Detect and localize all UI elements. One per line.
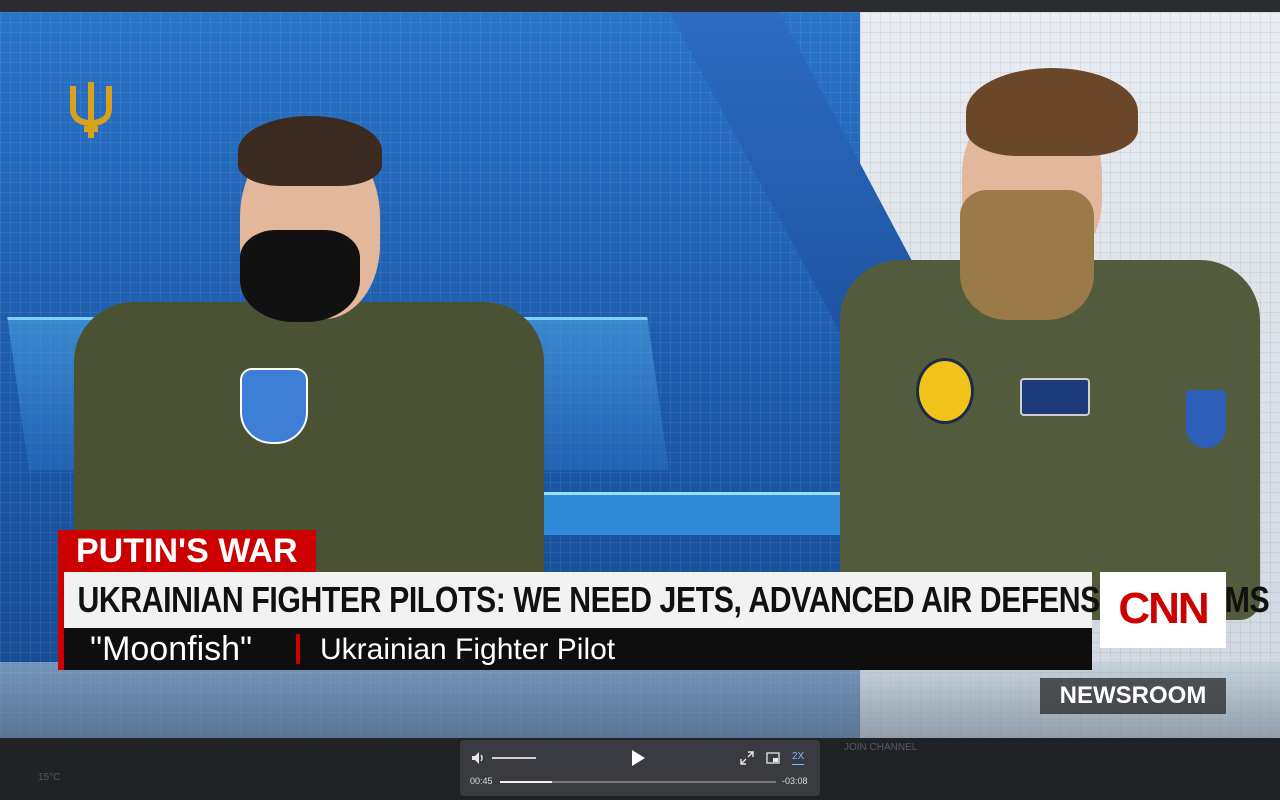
volume-icon[interactable] xyxy=(470,750,486,766)
chyron-headline: UKRAINIAN FIGHTER PILOTS: WE NEED JETS, … xyxy=(77,579,1270,620)
chyron-headline-bar: UKRAINIAN FIGHTER PILOTS: WE NEED JETS, … xyxy=(58,572,1270,628)
studio-led-strip xyxy=(540,492,860,535)
hair-right xyxy=(966,68,1138,156)
face-mask-black xyxy=(240,230,360,322)
round-patch-right xyxy=(916,358,974,424)
chyron-subbar: "Moonfish" Ukrainian Fighter Pilot xyxy=(58,628,1092,670)
play-icon[interactable] xyxy=(628,748,648,768)
volume-slider[interactable] xyxy=(492,757,536,759)
trident-logo-icon xyxy=(70,82,112,138)
progress-fill xyxy=(500,781,553,783)
picture-in-picture-icon[interactable] xyxy=(766,751,780,765)
window-top-bar xyxy=(0,0,1280,12)
speaker-name: "Moonfish" xyxy=(90,630,253,668)
current-time: 00:45 xyxy=(470,776,493,786)
neck-gaiter-tan xyxy=(960,190,1094,320)
name-tag-patch xyxy=(1020,378,1090,416)
playback-speed-button[interactable]: 2X xyxy=(792,750,805,765)
join-channel-text: JOIN CHANNEL xyxy=(844,742,918,753)
network-logo: CNN xyxy=(1100,572,1226,648)
network-logo-text: CNN xyxy=(1118,584,1209,633)
hair-left xyxy=(238,116,382,186)
sleeve-patch-right xyxy=(1186,390,1226,448)
speaker-role: Ukrainian Fighter Pilot xyxy=(320,633,616,666)
progress-bar[interactable] xyxy=(500,781,776,783)
expand-icon[interactable] xyxy=(740,751,754,765)
chyron-tag: PUTIN'S WAR xyxy=(58,530,316,572)
remaining-time: -03:08 xyxy=(782,776,808,786)
shoulder-patch-left xyxy=(240,368,308,444)
player-controls: 2X 00:45 -03:08 xyxy=(460,740,820,796)
chyron-separator xyxy=(296,634,300,664)
taskbar-weather-text: 15°C xyxy=(38,772,61,783)
show-name-bug: NEWSROOM xyxy=(1040,678,1226,714)
